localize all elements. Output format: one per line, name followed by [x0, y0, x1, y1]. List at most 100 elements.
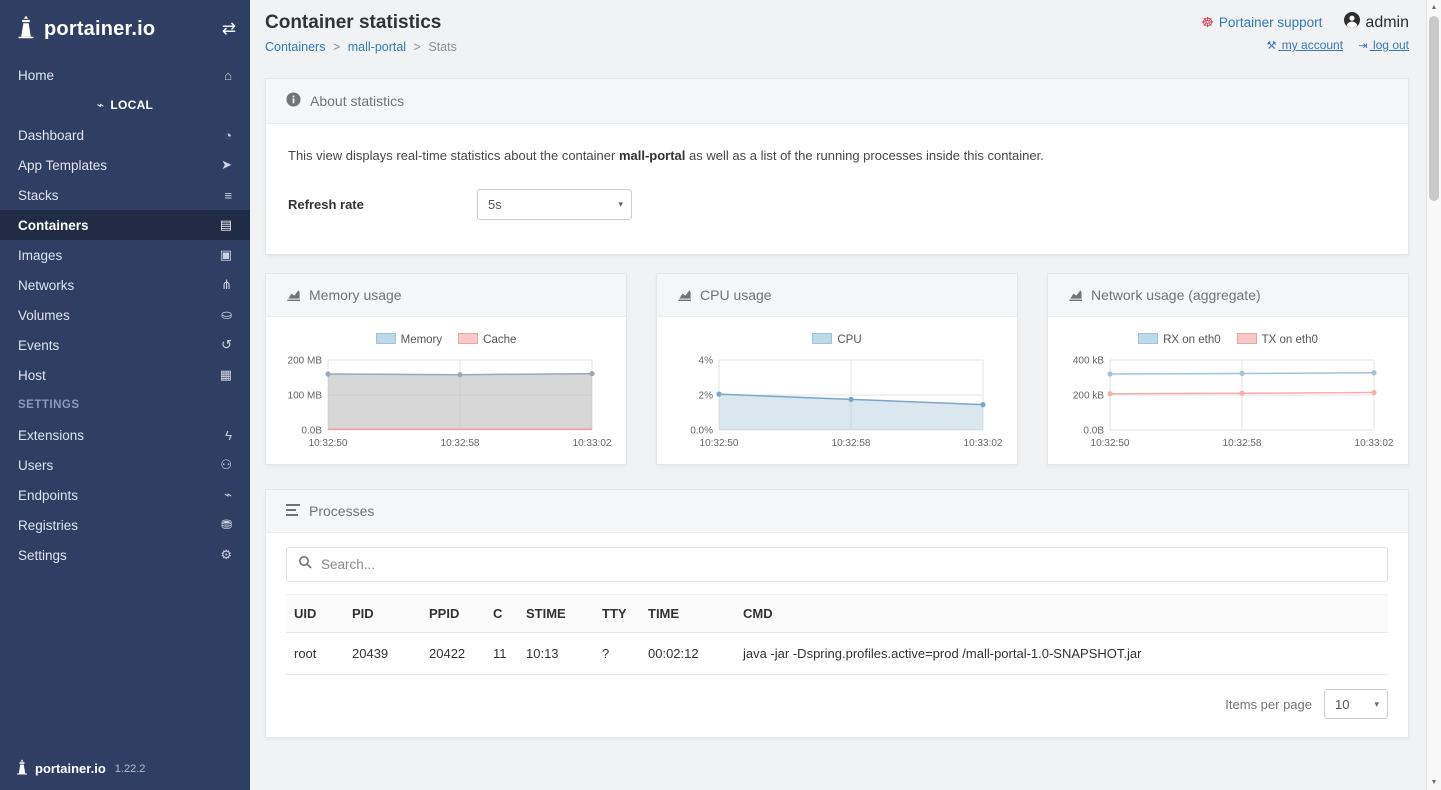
column-header-stime[interactable]: STIME	[518, 595, 594, 633]
home-icon: ⌂	[212, 68, 232, 83]
column-header-c[interactable]: C	[485, 595, 518, 633]
sidebar-item-containers[interactable]: Containers▤	[0, 210, 250, 240]
sidebar-item-extensions[interactable]: Extensionsϟ	[0, 420, 250, 450]
svg-text:0.0%: 0.0%	[690, 426, 713, 437]
svg-text:10:33:02: 10:33:02	[1355, 438, 1394, 449]
area-chart-icon	[677, 289, 691, 301]
memory-usage-widget: Memory usageMemoryCache200 MB100 MB0.0B1…	[265, 273, 627, 465]
sidebar-item-stacks[interactable]: Stacks≡	[0, 180, 250, 210]
breadcrumb-containers-link[interactable]: Containers	[265, 40, 325, 54]
svg-text:2%: 2%	[699, 391, 714, 402]
bolt-icon: ϟ	[212, 428, 232, 443]
database-icon: ⛃	[212, 517, 232, 533]
sidebar-item-app-templates[interactable]: App Templates➤	[0, 150, 250, 180]
sidebar-item-home[interactable]: Home⌂	[0, 60, 250, 90]
sidebar-footer: portainer.io 1.22.2	[0, 749, 250, 790]
breadcrumb-separator: >	[333, 40, 340, 54]
column-header-uid[interactable]: UID	[286, 595, 344, 633]
legend-swatch	[376, 333, 396, 344]
legend-memory: Memory	[376, 333, 443, 346]
sidebar-item-networks[interactable]: Networks⋔	[0, 270, 250, 300]
svg-text:10:32:58: 10:32:58	[441, 438, 480, 449]
version-label: 1.22.2	[115, 763, 146, 775]
sidebar-item-label: Dashboard	[18, 128, 84, 143]
log-out-link[interactable]: ⇥ log out	[1358, 38, 1409, 52]
user-menu[interactable]: admin	[1344, 12, 1409, 33]
about-statistics-text: This view displays real-time statistics …	[288, 148, 1386, 163]
scroll-down-arrow-icon[interactable]: ▼	[1427, 775, 1441, 790]
life-ring-icon: ☸	[1201, 14, 1214, 31]
th-list-icon: ≡	[212, 188, 232, 203]
app-root: portainer.io ⇄ Home⌂⌁LOCALDashboard◔App …	[0, 0, 1441, 790]
sidebar-nav: Home⌂⌁LOCALDashboard◔App Templates➤Stack…	[0, 60, 250, 570]
network-usage-aggregate-header: Network usage (aggregate)	[1048, 274, 1408, 317]
sidebar-item-images[interactable]: Images▣	[0, 240, 250, 270]
sidebar-item-label: Volumes	[18, 308, 70, 323]
svg-text:10:32:58: 10:32:58	[1223, 438, 1262, 449]
column-header-tty[interactable]: TTY	[594, 595, 640, 633]
sidebar-item-label: Events	[18, 338, 59, 353]
portainer-logo-icon	[14, 15, 38, 44]
hdd-icon: ⛀	[212, 307, 232, 323]
sidebar-item-endpoints[interactable]: Endpoints⌁	[0, 480, 250, 510]
username-label: admin	[1365, 14, 1409, 32]
process-row: root20439204221110:13?00:02:12java -jar …	[286, 633, 1388, 675]
process-cell: 10:13	[518, 633, 594, 675]
sidebar-item-settings[interactable]: Settings⚙	[0, 540, 250, 570]
breadcrumb-container-link[interactable]: mall-portal	[348, 40, 406, 54]
svg-text:10:32:50: 10:32:50	[309, 438, 348, 449]
header-user-area: ☸ Portainer support admin	[1201, 12, 1409, 52]
scrollbar-thumb[interactable]	[1429, 16, 1439, 201]
svg-text:0.0B: 0.0B	[1083, 426, 1104, 437]
scroll-up-arrow-icon[interactable]: ▲	[1427, 0, 1441, 15]
legend-cache: Cache	[458, 333, 516, 346]
sidebar-brand[interactable]: portainer.io ⇄	[0, 0, 250, 58]
network-usage-aggregate-widget: Network usage (aggregate) RX on eth0TX on…	[1047, 273, 1409, 465]
portainer-support-link[interactable]: ☸ Portainer support	[1201, 14, 1322, 31]
column-header-pid[interactable]: PID	[344, 595, 421, 633]
sidebar-item-events[interactable]: Events ↺	[0, 330, 250, 360]
chart-legend: Memory Cache	[278, 333, 614, 346]
cogs-icon: ⚙	[212, 547, 232, 563]
about-statistics-title: About statistics	[310, 93, 404, 109]
column-header-ppid[interactable]: PPID	[421, 595, 485, 633]
legend-swatch	[458, 333, 478, 344]
sidebar-item-dashboard[interactable]: Dashboard◔	[0, 120, 250, 150]
memory-usage-header: Memory usage	[266, 274, 626, 317]
process-cell: root	[286, 633, 344, 675]
footer-brand-text: portainer.io	[35, 761, 106, 776]
plug-icon: ⌁	[212, 487, 232, 503]
items-per-page-label: Items per page	[1225, 697, 1312, 712]
sidebar-section-label: SETTINGS	[18, 399, 80, 411]
chart-plot: 400 kB200 kB0.0B10:32:5010:32:5810:33:02	[1060, 352, 1398, 456]
main-content: Container statistics Containers > mall-p…	[250, 0, 1426, 790]
search-input[interactable]	[321, 557, 1376, 572]
chart-legend: CPU	[669, 333, 1005, 346]
rocket-icon: ➤	[212, 157, 232, 173]
sidebar-item-host[interactable]: Host▦	[0, 360, 250, 390]
endpoint-switch-icon[interactable]: ⇄	[222, 19, 236, 39]
sidebar-item-label: Images	[18, 248, 62, 263]
search-icon	[298, 555, 312, 574]
sidebar-section-local[interactable]: ⌁LOCAL	[0, 90, 250, 120]
sidebar-item-registries[interactable]: Registries⛃	[0, 510, 250, 540]
refresh-rate-select[interactable]: 5s ▾	[477, 189, 632, 220]
sidebar-item-users[interactable]: Users⚇	[0, 450, 250, 480]
widget-title: CPU usage	[700, 287, 772, 303]
legend-swatch	[1237, 333, 1257, 344]
widget-title: Memory usage	[309, 287, 402, 303]
items-per-page-select[interactable]: 10 ▾	[1324, 689, 1388, 719]
table-header-row: UIDPIDPPIDCSTIMETTYTIMECMD	[286, 595, 1388, 633]
chart-legend: RX on eth0TX on eth0	[1060, 333, 1396, 346]
history-icon: ↺	[212, 337, 232, 353]
process-search-bar	[286, 547, 1388, 582]
scrollbar[interactable]: ▲ ▼	[1426, 0, 1441, 790]
items-per-page-value: 10	[1335, 697, 1349, 712]
column-header-cmd[interactable]: CMD	[735, 595, 1388, 633]
processes-table: UIDPIDPPIDCSTIMETTYTIMECMD root204392042…	[286, 594, 1388, 675]
info-icon	[286, 92, 301, 110]
my-account-link[interactable]: ⚒ my account	[1266, 38, 1343, 52]
column-header-time[interactable]: TIME	[640, 595, 735, 633]
legend-tx-on-eth0: TX on eth0	[1237, 333, 1318, 346]
sidebar-item-volumes[interactable]: Volumes ⛀	[0, 300, 250, 330]
